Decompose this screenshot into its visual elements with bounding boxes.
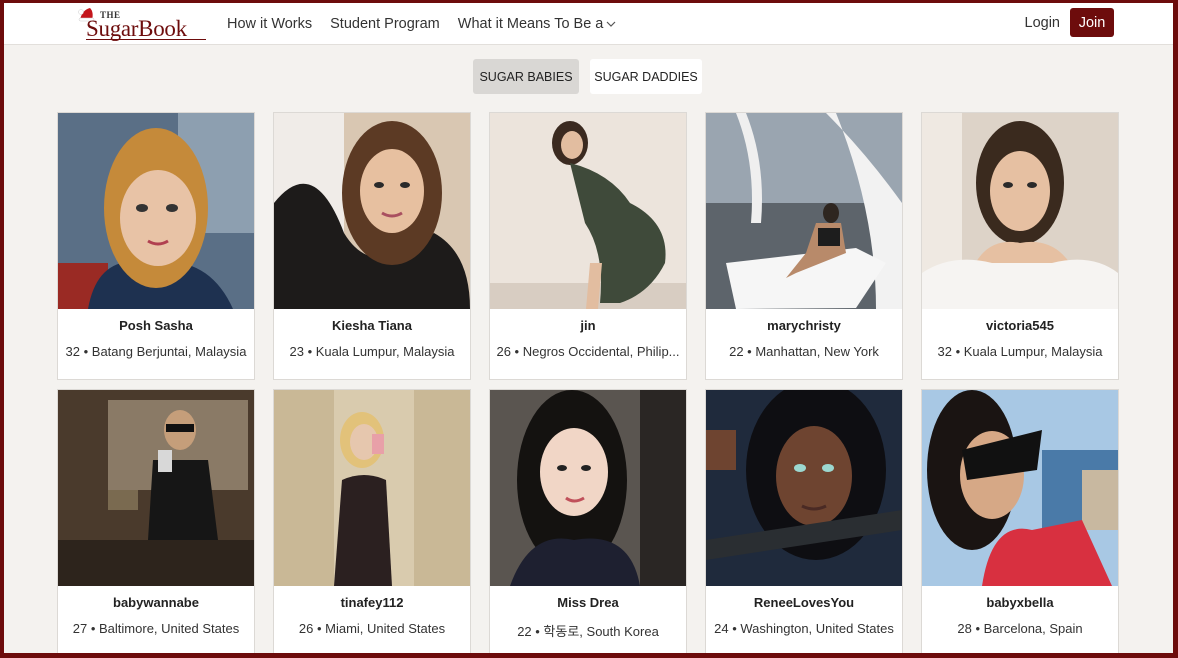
- nav-what-it-means-label: What it Means To Be a: [457, 16, 604, 32]
- profile-card[interactable]: marychristy 22 • Manhattan, New York: [705, 112, 903, 380]
- tab-sugar-babies[interactable]: SUGAR BABIES: [473, 59, 579, 94]
- nav-student-program[interactable]: Student Program: [330, 16, 440, 32]
- profile-card[interactable]: jin 26 • Negros Occidental, Philip...: [489, 112, 687, 380]
- profile-info: 22 • 학동로, South Korea: [517, 624, 659, 639]
- profile-info: 27 • Baltimore, United States: [72, 621, 240, 636]
- page-frame: THE SugarBook How it Works Student Progr…: [4, 3, 1173, 653]
- tab-sugar-daddies[interactable]: SUGAR DADDIES: [590, 59, 702, 94]
- profile-card[interactable]: Kiesha Tiana 23 • Kuala Lumpur, Malaysia: [273, 112, 471, 380]
- profile-name: ReneeLovesYou: [753, 595, 855, 610]
- profile-info: 24 • Washington, United States: [714, 621, 894, 636]
- sugarbook-logo[interactable]: THE SugarBook: [76, 6, 208, 44]
- profile-name: Posh Sasha: [119, 318, 193, 333]
- profile-info: 23 • Kuala Lumpur, Malaysia: [289, 344, 455, 359]
- profile-name: Kiesha Tiana: [332, 318, 412, 333]
- top-navigation-bar: THE SugarBook How it Works Student Progr…: [4, 3, 1173, 45]
- profile-photo: [58, 390, 254, 586]
- profile-photo: [922, 113, 1118, 309]
- main-nav: How it Works Student Program What it Mea…: [227, 3, 634, 45]
- profile-info: 26 • Miami, United States: [298, 621, 446, 636]
- profile-card[interactable]: ReneeLovesYou 24 • Washington, United St…: [705, 389, 903, 653]
- profile-name: tinafey112: [340, 595, 404, 610]
- profile-type-tabs: SUGAR BABIES SUGAR DADDIES: [473, 59, 702, 94]
- profile-photo: [274, 390, 470, 586]
- profile-name: victoria545: [986, 318, 1054, 333]
- profile-info: 28 • Barcelona, Spain: [957, 621, 1083, 636]
- profile-card[interactable]: babywannabe 27 • Baltimore, United State…: [57, 389, 255, 653]
- profile-photo: [922, 390, 1118, 586]
- profile-card[interactable]: victoria545 32 • Kuala Lumpur, Malaysia: [921, 112, 1119, 380]
- logo-wordmark: SugarBook: [86, 16, 187, 41]
- profile-photo: [490, 113, 686, 309]
- profile-info: 32 • Batang Berjuntai, Malaysia: [65, 344, 247, 359]
- profile-card[interactable]: tinafey112 26 • Miami, United States: [273, 389, 471, 653]
- profile-photo: [706, 113, 902, 309]
- profile-name: babywannabe: [113, 595, 199, 610]
- profile-photo: [706, 390, 902, 586]
- nav-how-it-works[interactable]: How it Works: [227, 16, 312, 32]
- logo-underline: [86, 39, 206, 40]
- profile-info: 32 • Kuala Lumpur, Malaysia: [937, 344, 1103, 359]
- join-button[interactable]: Join: [1070, 8, 1114, 37]
- profile-photo: [490, 390, 686, 586]
- profile-photo: [58, 113, 254, 309]
- profile-info: 22 • Manhattan, New York: [729, 344, 879, 359]
- profile-card[interactable]: babyxbella 28 • Barcelona, Spain: [921, 389, 1119, 653]
- profile-name: babyxbella: [986, 595, 1054, 610]
- profile-card[interactable]: Miss Drea 22 • 학동로, South Korea: [489, 389, 687, 653]
- nav-what-it-means-dropdown[interactable]: What it Means To Be a: [458, 16, 617, 32]
- chevron-down-icon: [606, 21, 616, 27]
- profile-card[interactable]: Posh Sasha 32 • Batang Berjuntai, Malays…: [57, 112, 255, 380]
- profile-name: jin: [580, 318, 596, 333]
- login-link[interactable]: Login: [1025, 15, 1060, 31]
- profile-info: 26 • Negros Occidental, Philip...: [496, 344, 680, 359]
- auth-actions: Login Join: [1025, 8, 1114, 37]
- profile-photo: [274, 113, 470, 309]
- profile-name: marychristy: [767, 318, 841, 333]
- profile-name: Miss Drea: [557, 595, 619, 610]
